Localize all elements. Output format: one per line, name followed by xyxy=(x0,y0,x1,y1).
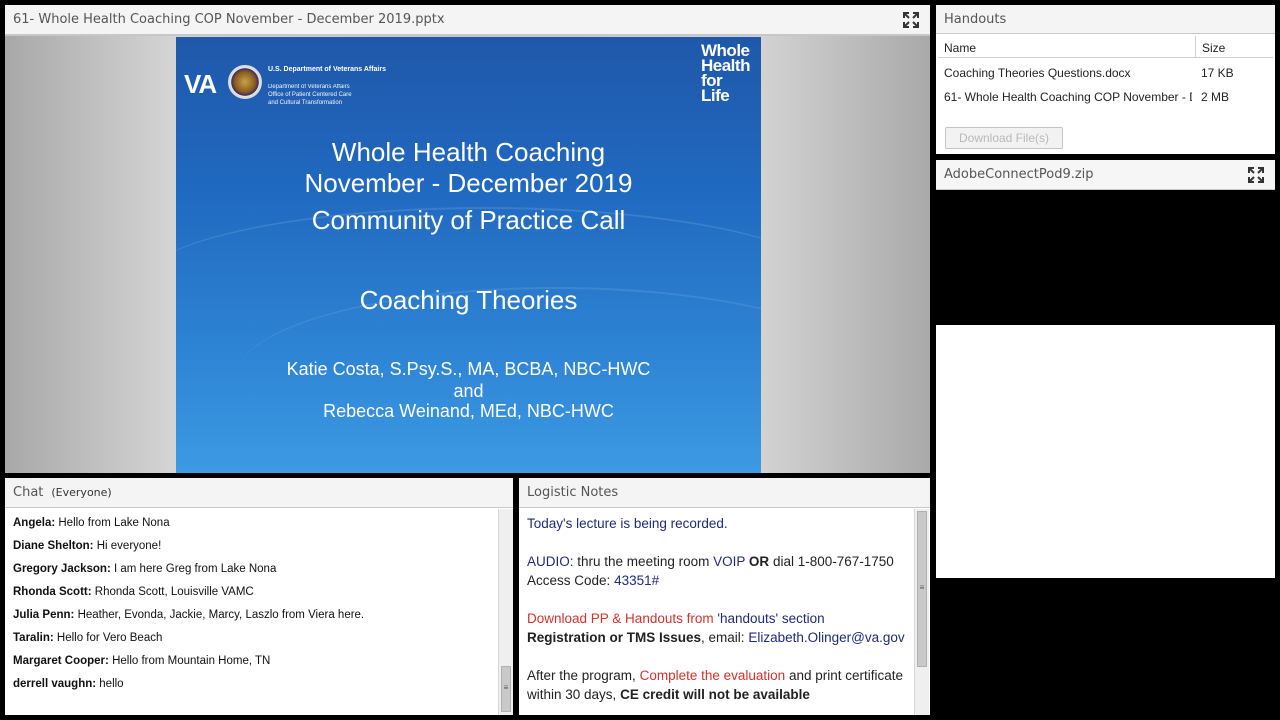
audio-text: thru the meeting room xyxy=(577,554,710,569)
va-logo: VA xyxy=(184,69,217,99)
column-divider[interactable] xyxy=(1195,36,1196,58)
scroll-grip-icon: ≡ xyxy=(919,583,925,592)
chat-sender: derrell vaughn: xyxy=(13,678,97,690)
presentation-pod-title-bar: 61- Whole Health Coaching COP November -… xyxy=(5,5,930,35)
zip-pod-title: AdobeConnectPod9.zip xyxy=(944,167,1094,182)
presentation-pod: 61- Whole Health Coaching COP November -… xyxy=(5,5,930,473)
notes-pod-title-bar: Logistic Notes xyxy=(519,478,930,508)
fullscreen-icon[interactable] xyxy=(1247,166,1265,184)
recording-notice: Today's lecture is being recorded. xyxy=(527,516,728,531)
ce-warning: CE credit will not be available xyxy=(620,687,810,702)
chat-message: derrell vaughn: hello xyxy=(13,677,493,700)
chat-message: Angela: Hello from Lake Nona xyxy=(13,516,493,539)
chat-message: Julia Penn: Heather, Evonda, Jackie, Mar… xyxy=(13,608,493,631)
shared-content-area: VA U.S. Department of Veterans Affairs D… xyxy=(5,36,930,473)
handout-file-size: 2 MB xyxy=(1201,90,1230,104)
chat-sender: Diane Shelton: xyxy=(13,540,94,552)
presenter-2: Rebecca Weinand, MEd, NBC-HWC xyxy=(323,401,614,421)
presenter-connector: and xyxy=(453,381,484,401)
after-program-text: After the program, xyxy=(527,668,636,683)
handouts-title: Handouts xyxy=(944,11,1007,27)
handout-file-name: Coaching Theories Questions.docx xyxy=(944,66,1131,80)
scroll-grip-icon: ≡ xyxy=(503,683,509,692)
chat-message: Diane Shelton: Hi everyone! xyxy=(13,539,493,562)
chat-text: Hello for Vero Beach xyxy=(56,632,163,644)
department-name: U.S. Department of Veterans Affairs xyxy=(268,66,386,73)
chat-text: Hi everyone! xyxy=(96,540,162,552)
handout-file-name: 61- Whole Health Coaching COP November -… xyxy=(944,90,1192,104)
chat-scrollbar[interactable]: ≡ xyxy=(498,509,513,715)
slide-title-line1: Whole Health Coaching xyxy=(331,137,606,167)
chat-sender: Angela: xyxy=(13,517,56,529)
handout-file-row[interactable]: Coaching Theories Questions.docx 17 KB xyxy=(938,62,1273,84)
chat-pod: Chat (Everyone) Angela: Hello from Lake … xyxy=(5,478,513,715)
presentation-filename: 61- Whole Health Coaching COP November -… xyxy=(13,12,445,27)
chat-message: Rhonda Scott: Rhonda Scott, Louisville V… xyxy=(13,585,493,608)
chat-pod-title-bar: Chat (Everyone) xyxy=(5,478,513,508)
registration-label: Registration or TMS Issues xyxy=(527,630,702,645)
handouts-pod-title-bar: Handouts xyxy=(936,5,1275,34)
chat-text: hello xyxy=(99,678,124,690)
chat-text: Hello from Lake Nona xyxy=(58,517,170,529)
chat-message: Taralin: Hello for Vero Beach xyxy=(13,631,493,654)
chat-scope-label[interactable]: (Everyone) xyxy=(51,486,111,499)
chat-text: Heather, Evonda, Jackie, Marcy, Laszlo f… xyxy=(77,609,365,621)
presenter-1: Katie Costa, S.Psy.S., MA, BCBA, NBC-HWC xyxy=(286,359,651,379)
handouts-section-ref: 'handouts' section xyxy=(717,611,825,626)
chat-sender: Taralin: xyxy=(13,632,54,644)
presentation-slide: VA U.S. Department of Veterans Affairs D… xyxy=(176,37,761,473)
chat-message: Margaret Cooper: Hello from Mountain Hom… xyxy=(13,654,493,677)
download-files-button[interactable]: Download File(s) xyxy=(945,127,1063,149)
chat-title: Chat xyxy=(13,485,44,500)
audio-label: AUDIO: xyxy=(527,554,574,569)
chat-message: Gregory Jackson: I am here Greg from Lak… xyxy=(13,562,493,585)
chat-sender: Gregory Jackson: xyxy=(13,563,111,575)
email-prefix: , email: xyxy=(701,630,745,645)
handouts-table-header: Name Size xyxy=(938,36,1273,58)
download-instruction: Download PP & Handouts from xyxy=(527,611,714,626)
zip-pod-title-bar: AdobeConnectPod9.zip xyxy=(936,160,1275,190)
chat-message-list: Angela: Hello from Lake Nona Diane Shelt… xyxy=(13,516,493,700)
notes-content: Today's lecture is being recorded. AUDIO… xyxy=(527,514,917,720)
column-header-size[interactable]: Size xyxy=(1202,41,1225,55)
logistic-notes-pod: Logistic Notes Today's lecture is being … xyxy=(519,478,930,715)
zip-content-pod: AdobeConnectPod9.zip xyxy=(936,160,1275,720)
column-header-name[interactable]: Name xyxy=(944,41,976,55)
zip-content-area xyxy=(936,325,1275,578)
slide-title-line3: Community of Practice Call xyxy=(311,205,626,235)
handout-file-size: 17 KB xyxy=(1201,66,1234,80)
slide-title-line2: November - December 2019 xyxy=(304,168,633,198)
support-email-link[interactable]: Elizabeth.Olinger@va.gov xyxy=(748,630,904,645)
chat-text: Rhonda Scott, Louisville VAMC xyxy=(94,586,254,598)
or-label: OR xyxy=(748,554,770,569)
notes-title: Logistic Notes xyxy=(527,485,619,500)
chat-text: I am here Greg from Lake Nona xyxy=(114,563,277,575)
chat-sender: Rhonda Scott: xyxy=(13,586,92,598)
chat-sender: Margaret Cooper: xyxy=(13,655,109,667)
complete-evaluation-link[interactable]: Complete the evaluation xyxy=(640,668,786,683)
fullscreen-icon[interactable] xyxy=(902,11,920,29)
handouts-pod: Handouts Name Size Coaching Theories Que… xyxy=(936,5,1275,154)
va-seal-icon xyxy=(228,65,262,99)
whole-health-logo: Whole Health for Life xyxy=(701,41,750,105)
chat-sender: Julia Penn: xyxy=(13,609,75,621)
notes-scrollbar[interactable]: ≡ xyxy=(914,509,929,715)
access-code: 43351# xyxy=(614,573,660,588)
slide-topic: Coaching Theories xyxy=(359,285,578,315)
office-name: Department of Veterans Affairs Office of… xyxy=(268,84,352,106)
chat-text: Hello from Mountain Home, TN xyxy=(112,655,271,667)
voip-label: VOIP xyxy=(713,554,746,569)
handout-file-row[interactable]: 61- Whole Health Coaching COP November -… xyxy=(938,86,1273,108)
